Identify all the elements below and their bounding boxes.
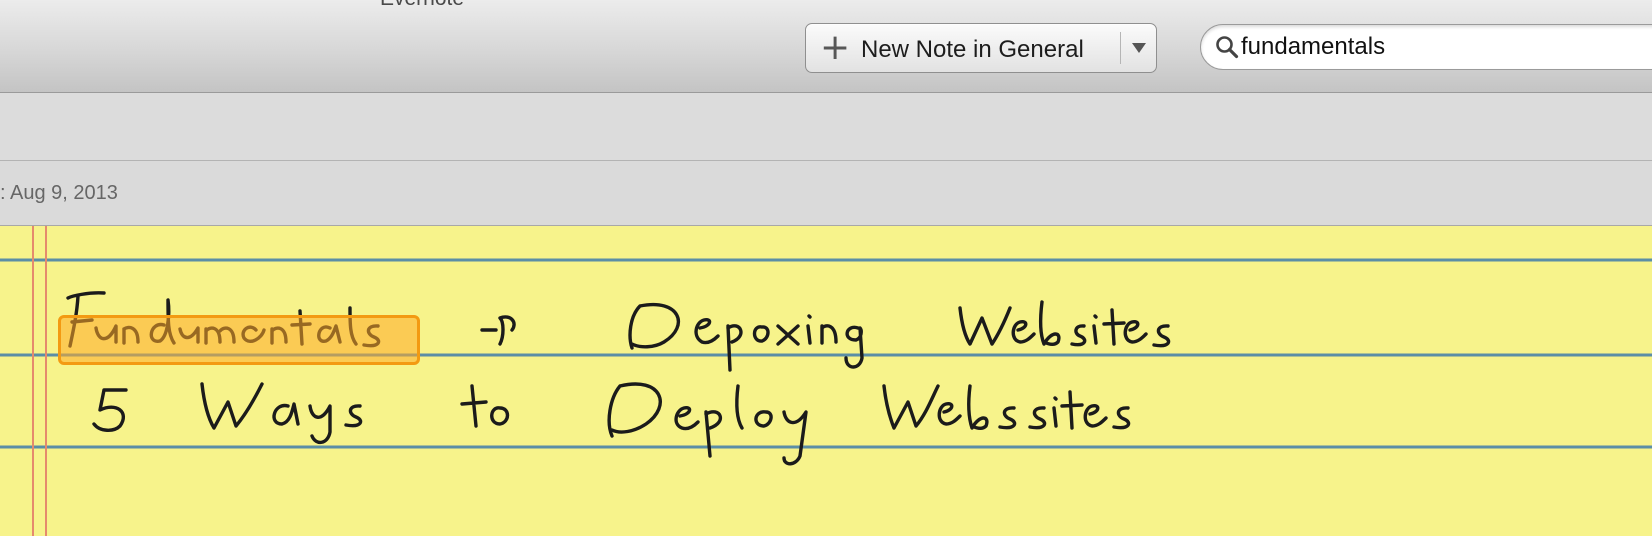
note-toolbar [0,93,1652,161]
search-field[interactable] [1200,24,1652,70]
note-metadata-bar: : Aug 9, 2013 [0,161,1652,226]
search-input[interactable] [1241,33,1641,61]
new-note-dropdown-button[interactable] [1122,24,1156,72]
search-icon [1216,36,1239,59]
search-match-highlight [58,315,420,365]
note-image [0,226,1652,536]
button-divider [1120,32,1121,64]
window-toolbar: Evernote + New Note in General [0,0,1652,93]
new-note-button[interactable]: + New Note in General [805,23,1157,73]
legal-pad-page [0,226,1652,536]
handwriting-line-2 [92,382,1131,466]
new-note-label: New Note in General [861,36,1084,63]
note-date: : Aug 9, 2013 [0,182,118,204]
plus-icon: + [820,27,851,68]
window-title: Evernote [380,0,464,11]
chevron-down-icon [1132,43,1146,53]
